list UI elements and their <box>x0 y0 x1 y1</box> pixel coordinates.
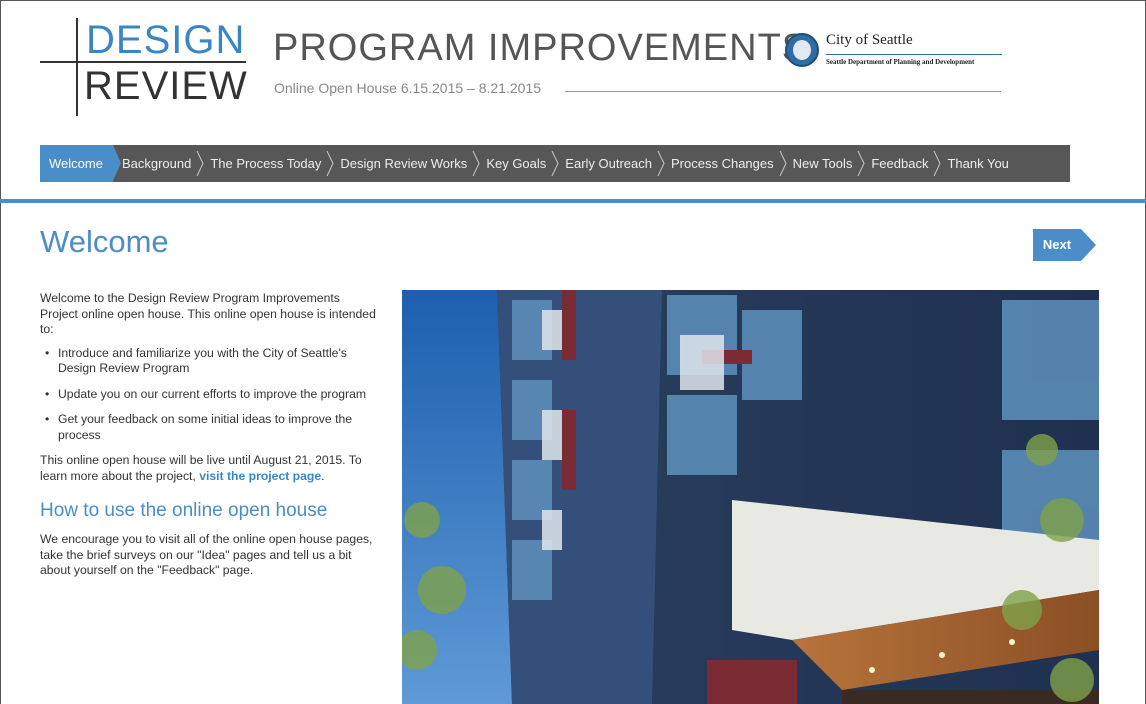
building-photo-illustration <box>402 290 1099 704</box>
program-title: PROGRAM IMPROVEMENTS <box>273 27 809 69</box>
nav-item-thank-you[interactable]: Thank You <box>938 145 1018 182</box>
howto-text: We encourage you to visit all of the onl… <box>40 532 373 577</box>
city-divider <box>826 54 1002 55</box>
nav-item-label: Background <box>121 156 192 171</box>
nav-item-the-process-today[interactable]: The Process Today <box>201 145 334 182</box>
next-button-label: Next <box>1033 229 1081 261</box>
next-arrow-icon <box>1081 229 1096 261</box>
open-house-dates: Online Open House 6.15.2015 – 8.21.2015 <box>274 80 541 96</box>
intro-column: Welcome to the Design Review Program Imp… <box>40 291 380 587</box>
department-name: Seattle Department of Planning and Devel… <box>826 58 975 66</box>
nav-item-label: Key Goals <box>486 156 547 171</box>
nav-item-label: Thank You <box>947 156 1009 171</box>
nav-item-label: Design Review Works <box>340 156 468 171</box>
logo-cross-vertical <box>76 18 78 116</box>
intro-text: Welcome to the Design Review Program Imp… <box>40 291 376 336</box>
project-page-link[interactable]: visit the project page <box>199 469 321 483</box>
nav-item-welcome[interactable]: Welcome <box>40 145 121 182</box>
nav-item-new-tools[interactable]: New Tools <box>784 145 865 182</box>
design-review-logo[interactable]: DESIGN REVIEW <box>40 18 250 118</box>
main-navigation: Welcome Background The Process Today Design… <box>40 145 1070 182</box>
next-button[interactable]: Next <box>1033 229 1096 261</box>
nav-item-label: The Process Today <box>210 156 322 171</box>
goals-list: Introduce and familiarize you with the C… <box>40 346 380 444</box>
header-rule <box>0 199 1146 203</box>
city-seal-icon[interactable] <box>785 33 819 67</box>
page-title: Welcome <box>40 224 169 259</box>
howto-heading: How to use the online open house <box>40 500 328 521</box>
nav-item-background[interactable]: Background <box>113 145 204 182</box>
header-divider <box>565 91 1001 92</box>
logo-text-review: REVIEW <box>84 64 248 108</box>
nav-item-process-changes[interactable]: Process Changes <box>662 145 787 182</box>
nav-item-design-review-works[interactable]: Design Review Works <box>331 145 480 182</box>
list-item: Introduce and familiarize you with the C… <box>40 346 380 377</box>
live-until-text: This online open house will be live unti… <box>40 453 380 484</box>
list-item: Get your feedback on some initial ideas … <box>40 412 380 443</box>
nav-item-label: New Tools <box>792 156 853 171</box>
list-item: Update you on our current efforts to imp… <box>40 387 380 403</box>
nav-item-label: Early Outreach <box>565 156 652 171</box>
nav-item-early-outreach[interactable]: Early Outreach <box>556 145 665 182</box>
live-until-end: . <box>321 468 325 483</box>
nav-item-key-goals[interactable]: Key Goals <box>477 145 559 182</box>
nav-item-label: Feedback <box>871 156 929 171</box>
logo-text-design: DESIGN <box>86 18 246 62</box>
city-name[interactable]: City of Seattle <box>826 32 913 49</box>
nav-item-label: Welcome <box>49 156 103 171</box>
nav-item-feedback[interactable]: Feedback <box>862 145 942 182</box>
nav-item-label: Process Changes <box>671 156 774 171</box>
building-photo <box>402 290 1099 704</box>
